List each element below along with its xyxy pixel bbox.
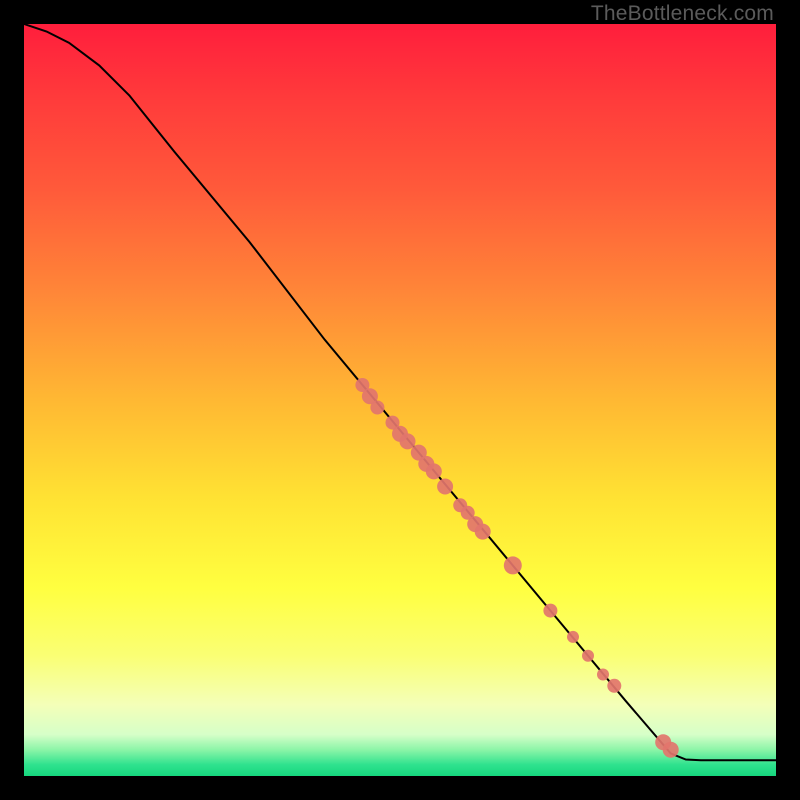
scatter-point: [504, 556, 522, 574]
scatter-point: [437, 479, 453, 495]
scatter-point: [370, 401, 384, 415]
scatter-point: [475, 524, 491, 540]
scatter-point: [607, 679, 621, 693]
scatter-point: [426, 463, 442, 479]
scatter-point: [567, 631, 579, 643]
scatter-point: [582, 650, 594, 662]
watermark-text: TheBottleneck.com: [591, 2, 774, 26]
chart-frame: [24, 24, 776, 776]
scatter-point: [597, 669, 609, 681]
chart-background: [24, 24, 776, 776]
scatter-point: [543, 604, 557, 618]
scatter-point: [663, 742, 679, 758]
chart-svg: [24, 24, 776, 776]
